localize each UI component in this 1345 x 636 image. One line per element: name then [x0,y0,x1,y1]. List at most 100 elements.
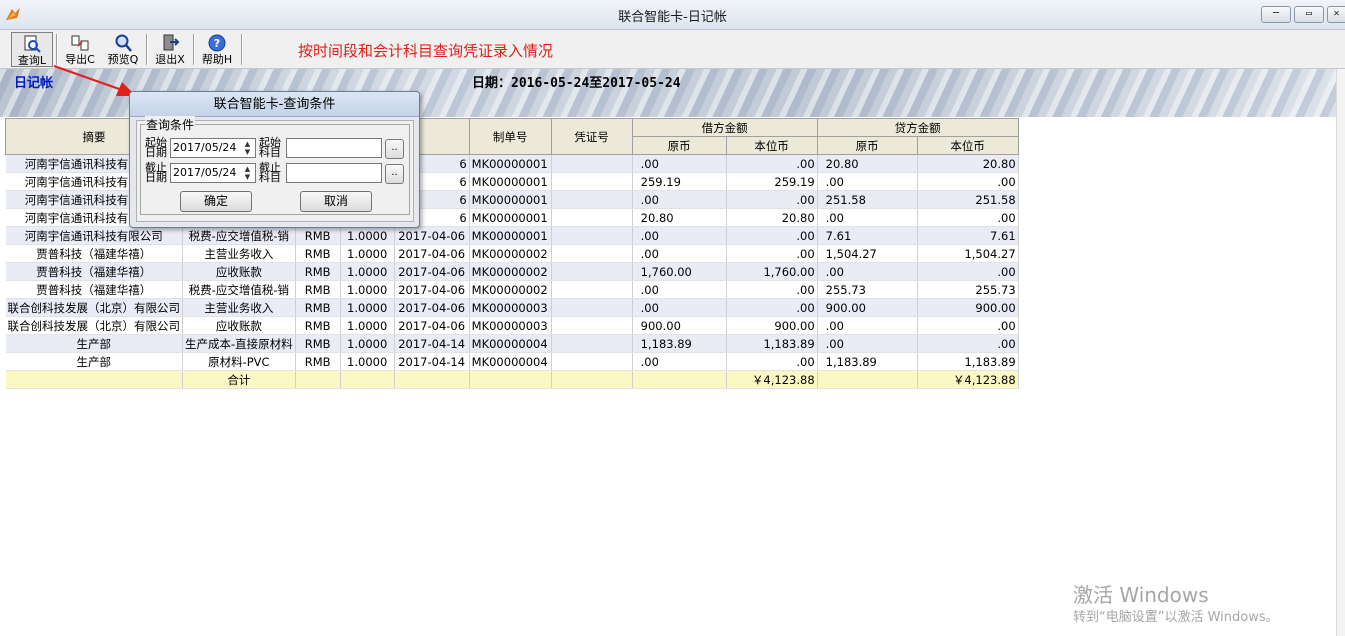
table-row[interactable]: 生产部 原材料-PVC RMB 1.0000 2017-04-14 MK00000004.… [5,352,1019,371]
cell-maker-no: MK00000002 [469,262,552,281]
close-button[interactable]: ✕ [1327,6,1345,23]
preview-icon [115,34,132,52]
cell-debit-orig: .00 [632,244,727,263]
ok-button[interactable]: 确定 [180,191,252,212]
cell-credit-local: .00 [917,316,1019,335]
cell-debit-local: .00 [726,226,818,245]
query-dialog: 联合智能卡-查询条件 查询条件 起始日期 2017/05/24 ▲ ▼ 起始科目 … [129,91,420,228]
cell-subject: 应收账款 [182,316,296,335]
total-label: 合计 [182,370,296,389]
toolbar-separator [146,34,148,65]
cell-rate: 1.0000 [340,244,395,263]
end-date-field[interactable]: 2017/05/24 ▲ ▼ [170,163,256,183]
total-cell [551,370,633,389]
cell-summary: 生产部 [5,352,183,371]
help-button[interactable]: ? 帮助H [196,32,238,67]
cell-credit-orig: .00 [817,262,918,281]
end-subject-picker-button[interactable]: .. [385,164,404,184]
toolbar-separator [241,34,243,65]
dialog-title: 联合智能卡-查询条件 [130,92,419,117]
cell-credit-orig: .00 [817,334,918,353]
cell-maker-no: MK00000001 [469,154,552,173]
cell-debit-local: .00 [726,190,818,209]
cell-currency: RMB [295,298,341,317]
query-button[interactable]: 查询L [11,32,53,67]
cell-credit-local: .00 [917,208,1019,227]
cell-subject: 生产成本-直接原材料 [182,334,296,353]
table-row[interactable]: 贾普科技（福建华禧） 应收账款 RMB 1.0000 2017-04-06 MK00000… [5,262,1019,281]
minimize-button[interactable]: ─ [1261,6,1291,23]
col-header-debit-local[interactable]: 本位币 [725,136,818,155]
cell-currency: RMB [295,244,341,263]
cell-subject: 主营业务收入 [182,298,296,317]
cell-summary: 贾普科技（福建华禧） [5,244,183,263]
cell-subject: 原材料-PVC [182,352,296,371]
cell-currency: RMB [295,280,341,299]
query-icon [24,35,41,53]
cell-credit-local: 1,183.89 [917,352,1019,371]
cell-summary: 联合创科技发展（北京）有限公司 [5,316,183,335]
window-title: 联合智能卡-日记帐 [618,10,727,25]
spin-updown-icon[interactable]: ▲ ▼ [241,165,254,181]
col-header-voucher-no[interactable]: 凭证号 [550,118,633,155]
col-header-maker-no[interactable]: 制单号 [468,118,552,155]
cell-voucher-no [551,190,633,209]
cell-credit-local: .00 [917,262,1019,281]
start-subject-field[interactable] [286,138,382,158]
total-cell [340,370,395,389]
cell-credit-local: 255.73 [917,280,1019,299]
table-row[interactable]: 联合创科技发展（北京）有限公司 应收账款 RMB 1.0000 2017-04-06 MK… [5,316,1019,335]
end-date-value: 2017/05/24 [173,166,237,179]
total-cell [295,370,341,389]
table-row[interactable]: 河南宇信通讯科技有限公司 税费-应交增值税-销 RMB 1.0000 2017-04-0… [5,226,1019,245]
table-row[interactable]: 生产部 生产成本-直接原材料 RMB 1.0000 2017-04-14 MK000000… [5,334,1019,353]
cell-currency: RMB [295,316,341,335]
cell-currency: RMB [295,262,341,281]
col-header-credit-local[interactable]: 本位币 [916,136,1019,155]
cell-credit-orig: 900.00 [817,298,918,317]
cell-credit-local: 251.58 [917,190,1019,209]
table-row[interactable]: 贾普科技（福建华禧） 税费-应交增值税-销 RMB 1.0000 2017-04-06 M… [5,280,1019,299]
col-header-credit[interactable]: 贷方金额 [816,118,1019,137]
col-header-credit-orig[interactable]: 原币 [816,136,918,155]
vertical-scrollbar[interactable] [1336,69,1345,636]
cell-voucher-no [551,298,633,317]
cell-maker-no: MK00000001 [469,226,552,245]
start-date-field[interactable]: 2017/05/24 ▲ ▼ [170,138,256,158]
activation-watermark-title: 激活 Windows [1073,583,1209,607]
cell-debit-orig: .00 [632,226,727,245]
start-subject-picker-button[interactable]: .. [385,139,404,159]
cell-rate: 1.0000 [340,226,395,245]
help-icon: ? [208,34,226,52]
col-header-debit[interactable]: 借方金额 [631,118,818,137]
col-header-debit-orig[interactable]: 原币 [631,136,727,155]
cell-currency: RMB [295,334,341,353]
cell-rate: 1.0000 [340,334,395,353]
start-date-value: 2017/05/24 [173,141,237,154]
exit-icon [163,34,180,51]
report-title: 日记帐 [14,76,54,91]
cell-debit-orig: .00 [632,190,727,209]
cancel-button[interactable]: 取消 [300,191,372,212]
cell-date: 2017-04-14 [394,334,470,353]
exit-button-label: 退出X [155,53,185,66]
cell-summary: 河南宇信通讯科技有限公司 [5,226,183,245]
total-cell [394,370,470,389]
cell-currency: RMB [295,352,341,371]
cell-maker-no: MK00000002 [469,244,552,263]
cell-debit-local: .00 [726,280,818,299]
cell-debit-local: .00 [726,244,818,263]
maximize-button[interactable]: ▭ [1294,6,1324,23]
cell-credit-orig: 251.58 [817,190,918,209]
table-row[interactable]: 联合创科技发展（北京）有限公司 主营业务收入 RMB 1.0000 2017-04-06… [5,298,1019,317]
cell-maker-no: MK00000001 [469,172,552,191]
cell-subject: 税费-应交增值税-销 [182,226,296,245]
cell-voucher-no [551,154,633,173]
start-subject-label: 起始科目 [259,136,281,159]
exit-button[interactable]: 退出X [149,32,191,67]
end-subject-field[interactable] [286,163,382,183]
spin-updown-icon[interactable]: ▲ ▼ [241,140,254,156]
cell-credit-local: .00 [917,172,1019,191]
cell-subject: 应收账款 [182,262,296,281]
table-row[interactable]: 贾普科技（福建华禧） 主营业务收入 RMB 1.0000 2017-04-06 MK000… [5,244,1019,263]
